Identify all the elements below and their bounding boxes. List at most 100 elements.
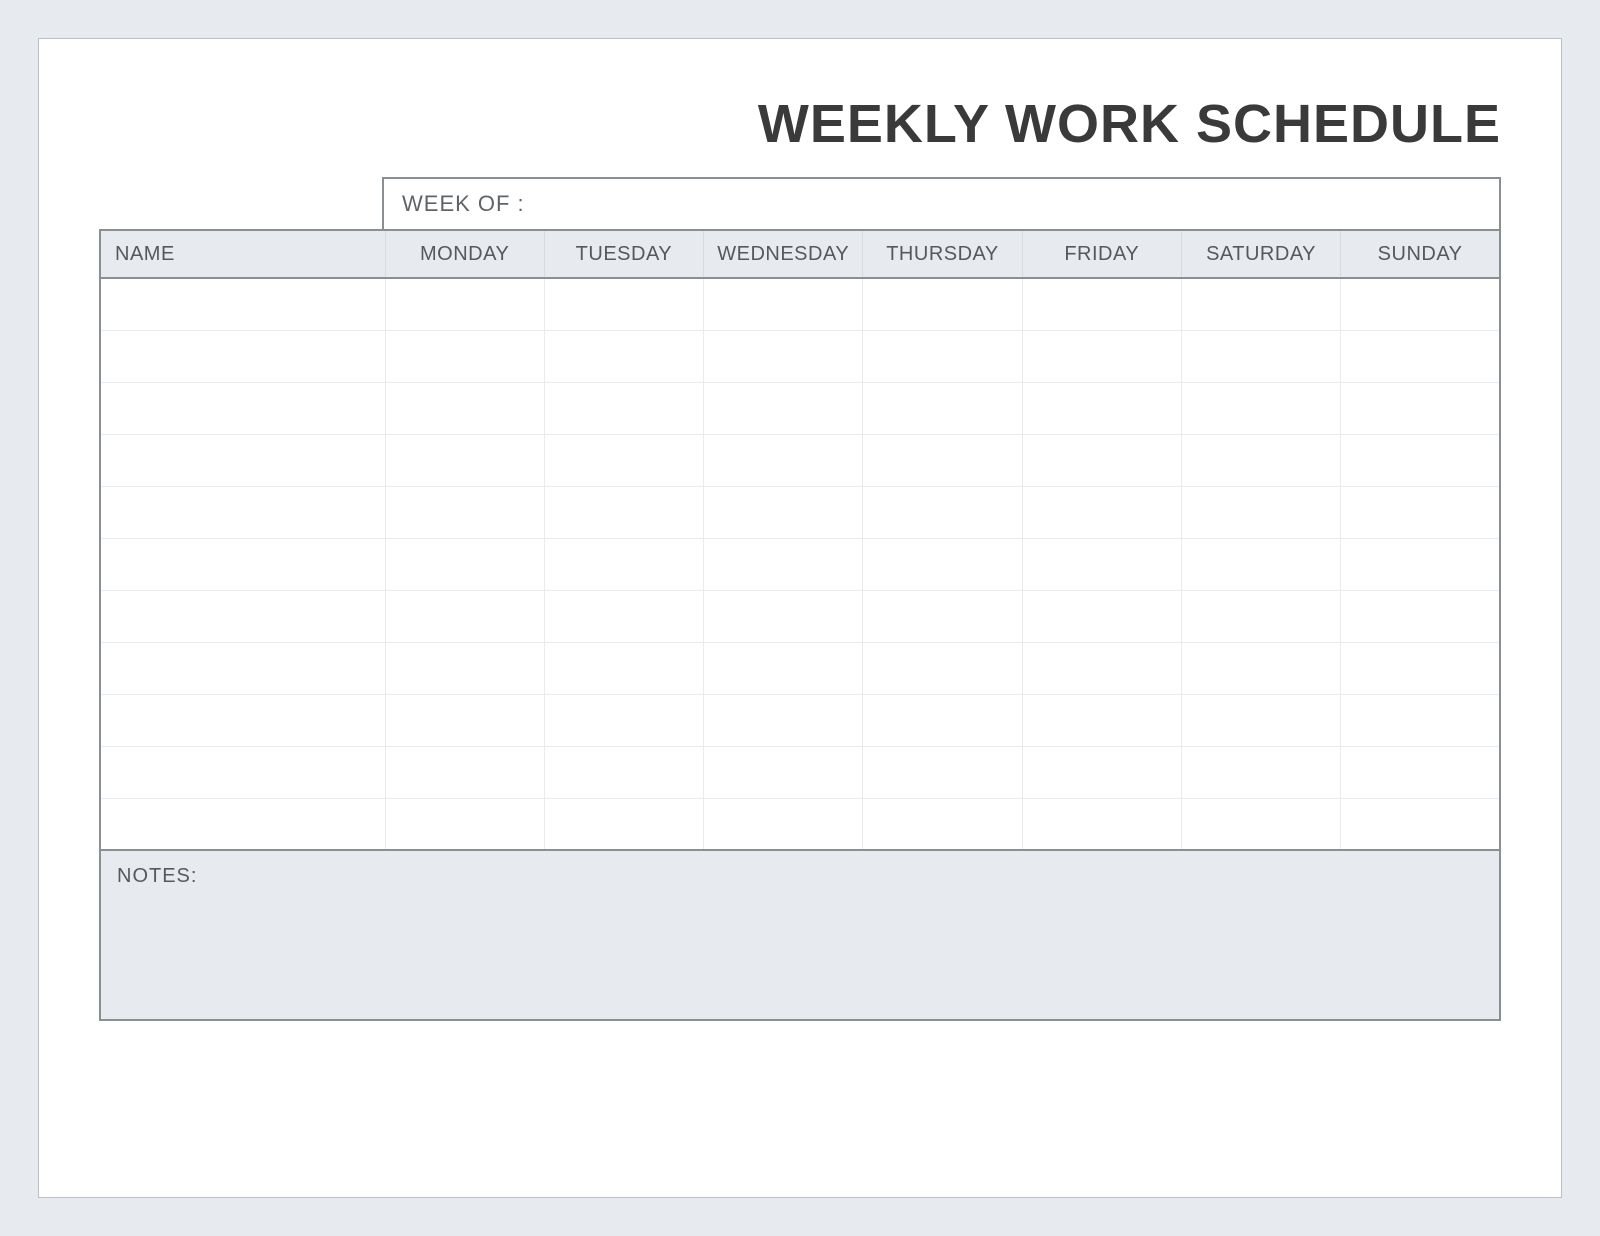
cell-sat	[1181, 382, 1340, 434]
cell-tue	[544, 434, 703, 486]
column-header-sunday: SUNDAY	[1341, 230, 1500, 278]
cell-sun	[1341, 382, 1500, 434]
cell-mon	[385, 642, 544, 694]
cell-tue	[544, 590, 703, 642]
column-header-tuesday: TUESDAY	[544, 230, 703, 278]
table-row	[100, 642, 1500, 694]
cell-sun	[1341, 746, 1500, 798]
cell-sat	[1181, 590, 1340, 642]
cell-wed	[704, 590, 863, 642]
cell-wed	[704, 278, 863, 330]
cell-sat	[1181, 642, 1340, 694]
cell-thu	[863, 590, 1022, 642]
table-row	[100, 694, 1500, 746]
cell-thu	[863, 330, 1022, 382]
table-row	[100, 330, 1500, 382]
cell-mon	[385, 278, 544, 330]
cell-sun	[1341, 486, 1500, 538]
cell-name	[100, 590, 385, 642]
cell-tue	[544, 694, 703, 746]
cell-fri	[1022, 590, 1181, 642]
cell-fri	[1022, 330, 1181, 382]
cell-sun	[1341, 642, 1500, 694]
cell-wed	[704, 642, 863, 694]
page-title: WEEKLY WORK SCHEDULE	[99, 93, 1501, 155]
cell-sat	[1181, 486, 1340, 538]
cell-sun	[1341, 278, 1500, 330]
cell-mon	[385, 330, 544, 382]
cell-name	[100, 642, 385, 694]
cell-tue	[544, 746, 703, 798]
cell-mon	[385, 486, 544, 538]
column-header-saturday: SATURDAY	[1181, 230, 1340, 278]
cell-fri	[1022, 382, 1181, 434]
cell-mon	[385, 434, 544, 486]
cell-thu	[863, 746, 1022, 798]
cell-thu	[863, 278, 1022, 330]
week-of-field: WEEK OF :	[382, 177, 1501, 229]
cell-tue	[544, 382, 703, 434]
cell-sat	[1181, 746, 1340, 798]
cell-mon	[385, 538, 544, 590]
cell-mon	[385, 746, 544, 798]
cell-thu	[863, 694, 1022, 746]
cell-tue	[544, 486, 703, 538]
cell-fri	[1022, 278, 1181, 330]
cell-wed	[704, 798, 863, 850]
cell-thu	[863, 538, 1022, 590]
cell-name	[100, 746, 385, 798]
cell-wed	[704, 434, 863, 486]
cell-fri	[1022, 746, 1181, 798]
cell-name	[100, 382, 385, 434]
column-header-wednesday: WEDNESDAY	[704, 230, 863, 278]
cell-tue	[544, 538, 703, 590]
cell-sat	[1181, 538, 1340, 590]
table-header-row: NAME MONDAY TUESDAY WEDNESDAY THURSDAY F…	[100, 230, 1500, 278]
cell-fri	[1022, 434, 1181, 486]
cell-mon	[385, 590, 544, 642]
table-row	[100, 590, 1500, 642]
cell-thu	[863, 798, 1022, 850]
cell-fri	[1022, 694, 1181, 746]
cell-tue	[544, 330, 703, 382]
cell-wed	[704, 538, 863, 590]
cell-sat	[1181, 278, 1340, 330]
schedule-table: NAME MONDAY TUESDAY WEDNESDAY THURSDAY F…	[99, 229, 1501, 851]
table-row	[100, 434, 1500, 486]
cell-thu	[863, 486, 1022, 538]
cell-tue	[544, 278, 703, 330]
table-row	[100, 538, 1500, 590]
table-row	[100, 382, 1500, 434]
cell-thu	[863, 382, 1022, 434]
cell-name	[100, 538, 385, 590]
notes-section: NOTES:	[99, 851, 1501, 1021]
cell-mon	[385, 382, 544, 434]
table-row	[100, 486, 1500, 538]
cell-sun	[1341, 694, 1500, 746]
cell-sun	[1341, 798, 1500, 850]
cell-fri	[1022, 798, 1181, 850]
cell-name	[100, 798, 385, 850]
cell-name	[100, 434, 385, 486]
cell-mon	[385, 798, 544, 850]
column-header-name: NAME	[100, 230, 385, 278]
cell-wed	[704, 694, 863, 746]
notes-label: NOTES:	[117, 865, 197, 887]
column-header-thursday: THURSDAY	[863, 230, 1022, 278]
cell-sun	[1341, 538, 1500, 590]
cell-thu	[863, 642, 1022, 694]
cell-sun	[1341, 590, 1500, 642]
table-row	[100, 798, 1500, 850]
cell-fri	[1022, 486, 1181, 538]
column-header-friday: FRIDAY	[1022, 230, 1181, 278]
cell-name	[100, 694, 385, 746]
week-of-label: WEEK OF :	[402, 191, 525, 217]
cell-mon	[385, 694, 544, 746]
cell-tue	[544, 798, 703, 850]
cell-wed	[704, 746, 863, 798]
table-row	[100, 746, 1500, 798]
cell-name	[100, 486, 385, 538]
cell-fri	[1022, 538, 1181, 590]
cell-wed	[704, 486, 863, 538]
cell-sun	[1341, 330, 1500, 382]
